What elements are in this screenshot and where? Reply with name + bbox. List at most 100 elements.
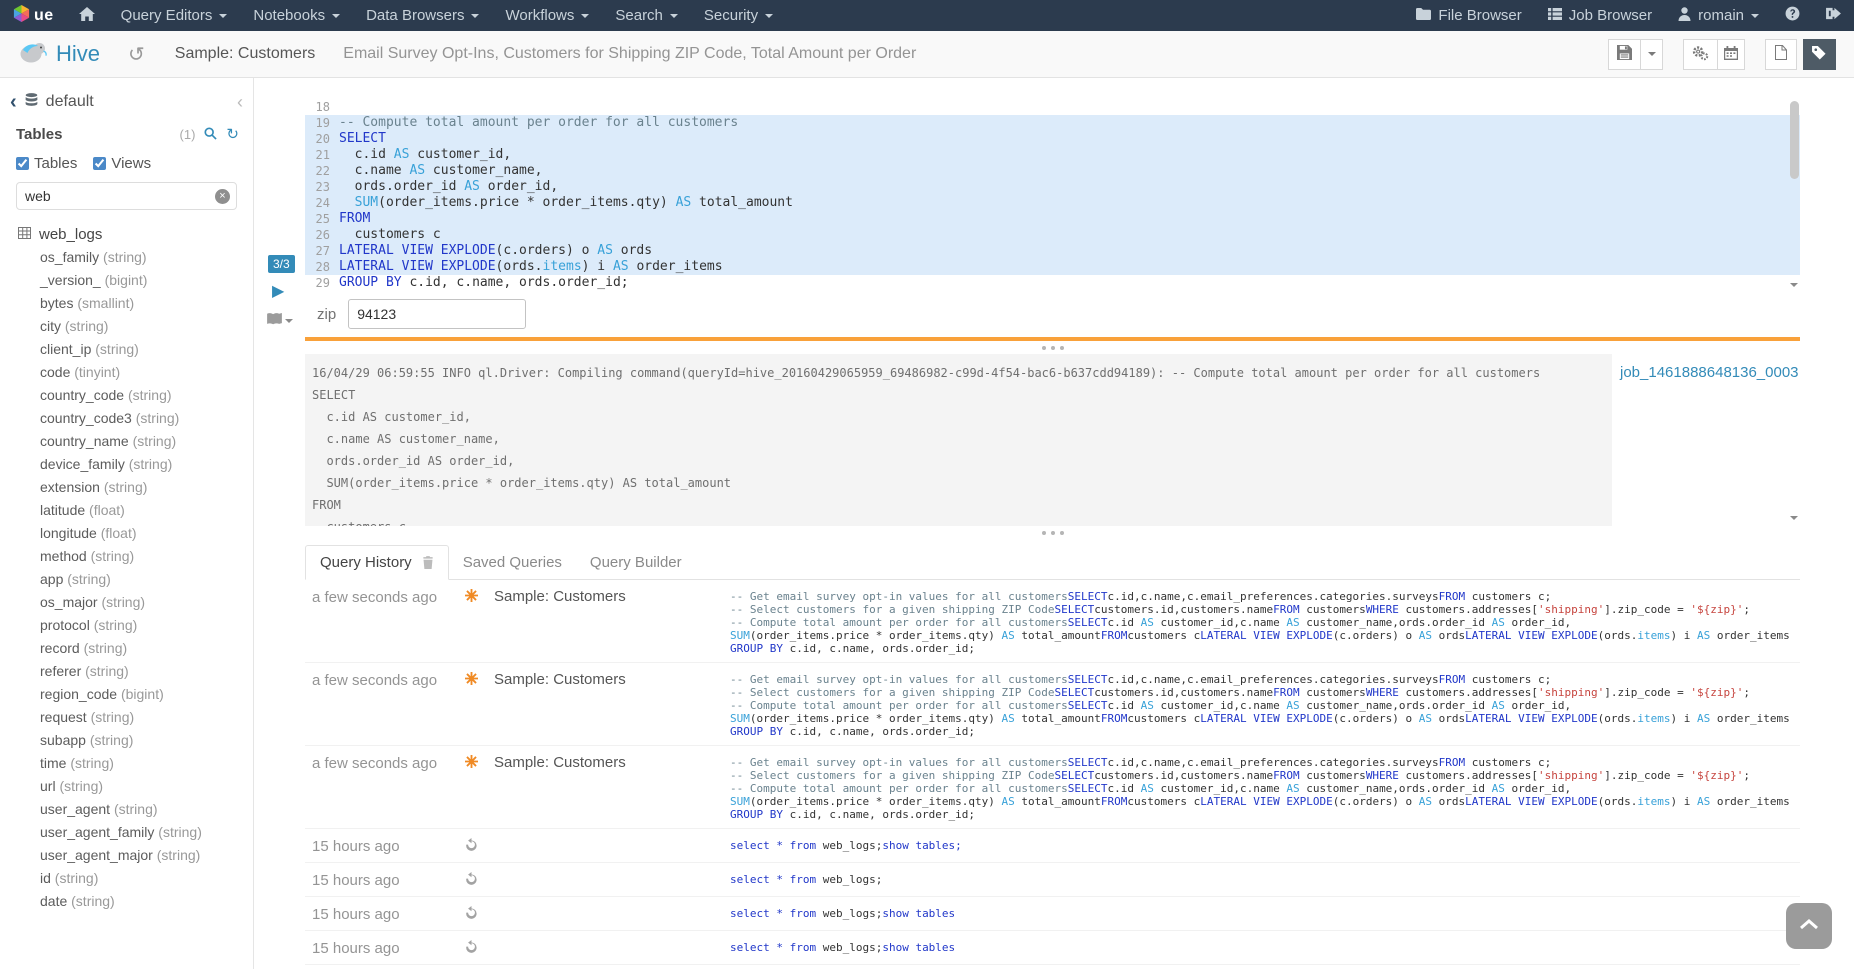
job-link[interactable]: job_1461888648136_0003 <box>1620 364 1799 381</box>
history-row[interactable]: a few seconds agoSample: Customers-- Get… <box>305 663 1800 746</box>
query-history-icon[interactable]: ↺ <box>128 42 145 67</box>
tables-checkbox-input[interactable] <box>16 157 29 170</box>
filter-tables-checkbox[interactable]: Tables <box>16 155 77 172</box>
editor-line[interactable]: 21 c.id AS customer_id, <box>305 147 1800 163</box>
history-doc-name: Sample: Customers <box>494 671 730 688</box>
column-item[interactable]: region_code (bigint) <box>40 686 253 709</box>
editor-line[interactable]: 26 customers c <box>305 227 1800 243</box>
column-item[interactable]: user_agent_major (string) <box>40 847 253 870</box>
user-menu[interactable]: romain <box>1665 0 1772 31</box>
app-name[interactable]: Hive <box>56 41 100 67</box>
views-checkbox-input[interactable] <box>93 157 106 170</box>
collapse-chevron-icon[interactable]: ‹ <box>237 93 243 111</box>
trash-icon[interactable] <box>422 556 434 569</box>
column-item[interactable]: id (string) <box>40 870 253 893</box>
column-item[interactable]: user_agent_family (string) <box>40 824 253 847</box>
variable-input[interactable] <box>348 299 526 329</box>
save-button[interactable] <box>1608 39 1641 70</box>
column-item[interactable]: longitude (float) <box>40 525 253 548</box>
sql-editor[interactable]: 1819-- Compute total amount per order fo… <box>305 99 1800 291</box>
execute-button[interactable]: ▶ <box>272 284 284 300</box>
column-item[interactable]: date (string) <box>40 893 253 916</box>
scrollbar-thumb[interactable] <box>1790 101 1799 179</box>
column-item[interactable]: city (string) <box>40 318 253 341</box>
editor-scrollbar[interactable] <box>1788 99 1800 291</box>
table-filter-input[interactable] <box>16 182 237 210</box>
editor-line[interactable]: 27LATERAL VIEW EXPLODE(c.orders) o AS or… <box>305 243 1800 259</box>
column-item[interactable]: country_code (string) <box>40 387 253 410</box>
editor-line[interactable]: 28LATERAL VIEW EXPLODE(ords.items) i AS … <box>305 259 1800 275</box>
nav-menu-query-editors[interactable]: Query Editors <box>108 0 241 31</box>
editor-line[interactable]: 18 <box>305 99 1800 115</box>
settings-button[interactable] <box>1683 39 1718 70</box>
home-button[interactable] <box>66 0 108 31</box>
nav-menu-data-browsers[interactable]: Data Browsers <box>353 0 492 31</box>
scroll-to-top-button[interactable] <box>1786 903 1832 949</box>
logout-button[interactable] <box>1813 0 1854 31</box>
column-item[interactable]: url (string) <box>40 778 253 801</box>
editor-line[interactable]: 23 ords.order_id AS order_id, <box>305 179 1800 195</box>
editor-line[interactable]: 19-- Compute total amount per order for … <box>305 115 1800 131</box>
column-item[interactable]: os_family (string) <box>40 249 253 272</box>
column-item[interactable]: latitude (float) <box>40 502 253 525</box>
resize-handle[interactable] <box>305 526 1800 539</box>
hue-logo[interactable]: ue <box>0 0 66 31</box>
column-item[interactable]: country_code3 (string) <box>40 410 253 433</box>
column-item[interactable]: client_ip (string) <box>40 341 253 364</box>
editor-line[interactable]: 22 c.name AS customer_name, <box>305 163 1800 179</box>
refresh-icon[interactable]: ↻ <box>226 127 239 142</box>
job-browser-button[interactable]: Job Browser <box>1535 0 1665 31</box>
scroll-down-icon[interactable] <box>1788 279 1800 291</box>
tags-button[interactable] <box>1803 39 1836 70</box>
history-row[interactable]: a few seconds agoSample: Customers-- Get… <box>305 580 1800 663</box>
column-item[interactable]: _version_ (bigint) <box>40 272 253 295</box>
clear-filter-icon[interactable]: × <box>215 189 230 204</box>
filter-views-checkbox[interactable]: Views <box>93 155 151 172</box>
nav-menu-notebooks[interactable]: Notebooks <box>240 0 353 31</box>
column-item[interactable]: extension (string) <box>40 479 253 502</box>
editor-line[interactable]: 20SELECT <box>305 131 1800 147</box>
refresh-icon <box>448 905 494 923</box>
tab-query-builder[interactable]: Query Builder <box>576 545 696 579</box>
format-menu-button[interactable] <box>267 312 293 330</box>
column-item[interactable]: referer (string) <box>40 663 253 686</box>
back-chevron-icon[interactable]: ‹ <box>10 92 17 112</box>
history-row[interactable]: 15 hours agoselect * from web_logs;show … <box>305 965 1800 969</box>
nav-menu-security[interactable]: Security <box>691 0 786 31</box>
table-item-web-logs[interactable]: web_logs <box>18 226 237 243</box>
column-item[interactable]: method (string) <box>40 548 253 571</box>
editor-line[interactable]: 25FROM <box>305 211 1800 227</box>
save-dropdown-button[interactable] <box>1641 39 1663 70</box>
column-item[interactable]: country_name (string) <box>40 433 253 456</box>
tab-query-history[interactable]: Query History <box>305 545 449 580</box>
file-browser-button[interactable]: File Browser <box>1403 0 1534 31</box>
column-item[interactable]: request (string) <box>40 709 253 732</box>
history-row[interactable]: a few seconds agoSample: Customers-- Get… <box>305 746 1800 829</box>
column-item[interactable]: device_family (string) <box>40 456 253 479</box>
schedule-button[interactable] <box>1718 39 1745 70</box>
nav-menu-workflows[interactable]: Workflows <box>492 0 602 31</box>
scroll-down-icon[interactable] <box>1788 512 1800 524</box>
new-document-button[interactable] <box>1765 39 1797 70</box>
history-row[interactable]: 15 hours agoselect * from web_logs;show … <box>305 897 1800 931</box>
history-row[interactable]: 15 hours agoselect * from web_logs;show … <box>305 931 1800 965</box>
search-icon[interactable] <box>204 127 217 143</box>
database-name[interactable]: default <box>46 93 94 111</box>
column-item[interactable]: record (string) <box>40 640 253 663</box>
history-row[interactable]: 15 hours agoselect * from web_logs; <box>305 863 1800 897</box>
history-row[interactable]: 15 hours agoselect * from web_logs;show … <box>305 829 1800 863</box>
resize-handle[interactable] <box>305 341 1800 354</box>
column-item[interactable]: code (tinyint) <box>40 364 253 387</box>
column-item[interactable]: app (string) <box>40 571 253 594</box>
column-item[interactable]: bytes (smallint) <box>40 295 253 318</box>
column-item[interactable]: time (string) <box>40 755 253 778</box>
column-item[interactable]: user_agent (string) <box>40 801 253 824</box>
tab-saved-queries[interactable]: Saved Queries <box>449 545 576 579</box>
editor-line[interactable]: 29GROUP BY c.id, c.name, ords.order_id; <box>305 275 1800 291</box>
column-item[interactable]: protocol (string) <box>40 617 253 640</box>
nav-menu-search[interactable]: Search <box>602 0 691 31</box>
column-item[interactable]: os_major (string) <box>40 594 253 617</box>
editor-line[interactable]: 24 SUM(order_items.price * order_items.q… <box>305 195 1800 211</box>
column-item[interactable]: subapp (string) <box>40 732 253 755</box>
help-button[interactable] <box>1772 0 1813 31</box>
